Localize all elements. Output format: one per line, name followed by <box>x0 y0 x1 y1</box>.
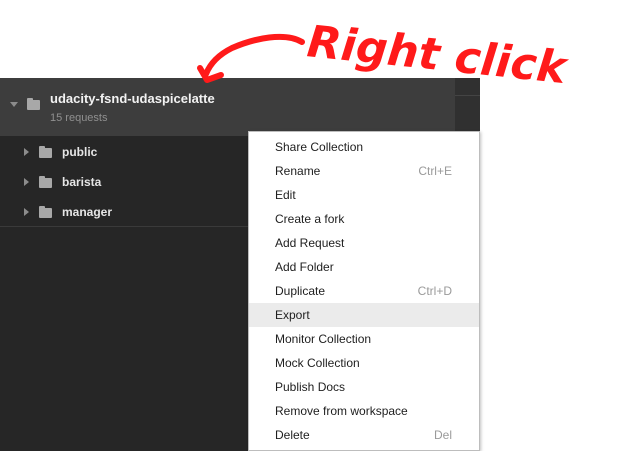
collection-header[interactable]: udacity-fsnd-udaspicelatte 15 requests <box>0 78 455 136</box>
menu-item-shortcut: Del <box>433 428 452 442</box>
folder-label: manager <box>62 205 113 219</box>
menu-item-label: Export <box>275 308 310 322</box>
menu-item-monitor-collection[interactable]: Monitor Collection <box>249 327 479 351</box>
menu-item-label: Duplicate <box>275 284 326 298</box>
menu-item-shortcut: Ctrl+D <box>417 284 452 298</box>
folder-label: public <box>62 145 98 159</box>
caret-right-icon[interactable] <box>24 148 29 156</box>
menu-item-mock-collection[interactable]: Mock Collection <box>249 351 479 375</box>
menu-item-rename[interactable]: Rename Ctrl+E <box>249 159 479 183</box>
caret-down-icon[interactable] <box>10 102 18 107</box>
folder-label: barista <box>62 175 102 189</box>
collection-name: udacity-fsnd-udaspicelatte <box>50 91 215 106</box>
caret-right-icon[interactable] <box>24 178 29 186</box>
menu-item-label: Share Collection <box>275 140 364 154</box>
menu-item-label: Rename <box>275 164 321 178</box>
menu-item-label: Delete <box>275 428 310 442</box>
menu-item-label: Add Request <box>275 236 345 250</box>
menu-item-label: Monitor Collection <box>275 332 372 346</box>
menu-item-export[interactable]: Export <box>249 303 479 327</box>
menu-item-add-folder[interactable]: Add Folder <box>249 255 479 279</box>
menu-item-add-request[interactable]: Add Request <box>249 231 479 255</box>
collection-request-count: 15 requests <box>50 112 108 124</box>
menu-item-shortcut: Ctrl+E <box>418 164 452 178</box>
annotation-arrow <box>203 33 305 77</box>
folder-icon <box>27 98 40 110</box>
sidebar-header-edge <box>455 78 480 136</box>
menu-item-delete[interactable]: Delete Del <box>249 423 479 447</box>
context-menu: Share Collection Rename Ctrl+E Edit Crea… <box>248 131 480 451</box>
menu-item-label: Add Folder <box>275 260 334 274</box>
menu-item-publish-docs[interactable]: Publish Docs <box>249 375 479 399</box>
menu-item-label: Publish Docs <box>275 380 346 394</box>
menu-item-duplicate[interactable]: Duplicate Ctrl+D <box>249 279 479 303</box>
folder-icon <box>39 206 52 218</box>
menu-item-share-collection[interactable]: Share Collection <box>249 135 479 159</box>
menu-item-label: Remove from workspace <box>275 404 408 418</box>
menu-item-create-fork[interactable]: Create a fork <box>249 207 479 231</box>
menu-item-remove-from-workspace[interactable]: Remove from workspace <box>249 399 479 423</box>
folder-icon <box>39 146 52 158</box>
caret-right-icon[interactable] <box>24 208 29 216</box>
menu-item-label: Create a fork <box>275 212 345 226</box>
menu-item-label: Edit <box>275 188 296 202</box>
folder-icon <box>39 176 52 188</box>
menu-item-edit[interactable]: Edit <box>249 183 479 207</box>
menu-item-label: Mock Collection <box>275 356 360 370</box>
